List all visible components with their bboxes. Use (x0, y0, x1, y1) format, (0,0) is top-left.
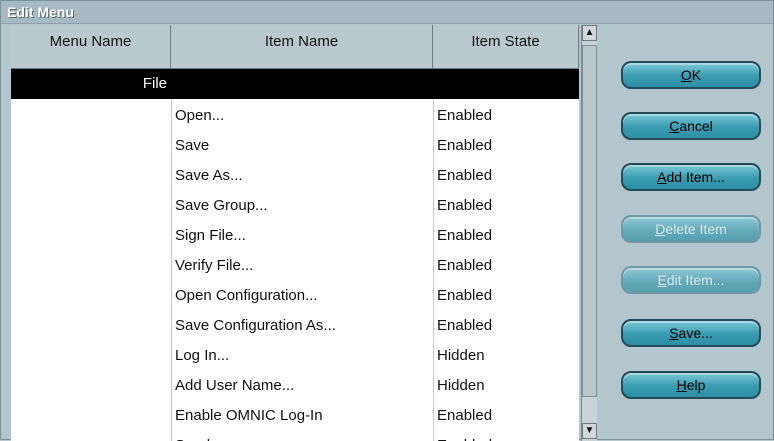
edit-item-button[interactable]: Edit Item... (621, 266, 761, 294)
cell-menu-name (11, 311, 167, 341)
table-row[interactable]: Open Configuration... Enabled (11, 281, 579, 311)
table-row[interactable]: Enable OMNIC Log-In Enabled (11, 401, 579, 431)
cell-item-state: Enabled (437, 317, 493, 334)
help-mnemonic: H (676, 377, 687, 393)
edit-menu-dialog: Edit Menu Menu Name Item Name Item State… (0, 0, 774, 441)
save-label: ave... (678, 325, 713, 341)
cell-item-state: Hidden (437, 377, 485, 394)
cell-menu-name (11, 371, 167, 401)
vertical-scrollbar[interactable]: ▲ ▼ (581, 25, 597, 441)
cancel-mnemonic: C (669, 118, 680, 134)
delete-item-button[interactable]: Delete Item (621, 215, 761, 243)
column-header-menu-name[interactable]: Menu Name (11, 25, 171, 69)
cell-menu-name (11, 341, 167, 371)
column-header-item-name[interactable]: Item Name (171, 25, 433, 69)
edit-item-label: dit Item... (666, 272, 725, 288)
cell-item-state: Enabled (437, 257, 493, 274)
scroll-down-button[interactable]: ▼ (582, 423, 597, 439)
cell-item-name: Open Configuration... (175, 287, 318, 304)
cell-menu-name (11, 101, 167, 131)
cell-item-name: Save Group... (175, 197, 268, 214)
table-row[interactable]: Save As... Enabled (11, 161, 579, 191)
cell-item-state: Enabled (437, 407, 493, 424)
cell-menu-name (11, 161, 167, 191)
cell-menu-name: File (142, 75, 167, 92)
cell-item-name: Log In... (175, 347, 230, 364)
cell-menu-name (11, 191, 167, 221)
add-item-button[interactable]: Add Item... (621, 163, 761, 191)
cancel-button[interactable]: Cancel (621, 112, 761, 140)
cell-item-name: Verify File... (175, 257, 254, 274)
table-row[interactable]: File (11, 69, 579, 99)
table-row[interactable]: Verify File... Enabled (11, 251, 579, 281)
table-row[interactable]: Save Group... Enabled (11, 191, 579, 221)
cell-item-state: Enabled (437, 167, 493, 184)
ok-label: K (691, 67, 702, 83)
cell-item-state: Enabled (437, 197, 493, 214)
cell-menu-name (11, 281, 167, 311)
cell-item-state: Enabled (437, 287, 493, 304)
delete-item-label: elete Item (665, 221, 727, 237)
table-row[interactable]: Log In... Hidden (11, 341, 579, 371)
title-bar: Edit Menu (1, 1, 773, 24)
table-row[interactable]: Save Enabled (11, 131, 579, 161)
ok-button[interactable]: OK (621, 61, 761, 89)
table-row[interactable]: Save Configuration As... Enabled (11, 311, 579, 341)
table-row[interactable]: Open... Enabled (11, 101, 579, 131)
cell-item-name: Add User Name... (175, 377, 295, 394)
table-row[interactable]: Sign File... Enabled (11, 221, 579, 251)
column-header-label: Menu Name (49, 33, 132, 50)
cell-item-name: Open... (175, 107, 225, 124)
help-button[interactable]: Help (621, 371, 761, 399)
menu-items-table[interactable]: File Open... Enabled Save Enabled Save A… (11, 69, 579, 441)
cell-item-name: Enable OMNIC Log-In (175, 407, 323, 424)
cell-item-state: Enabled (437, 227, 493, 244)
save-mnemonic: S (669, 325, 679, 341)
column-header-label: Item State (471, 33, 540, 50)
cell-menu-name (11, 221, 167, 251)
dialog-title: Edit Menu (7, 4, 74, 20)
cell-menu-name (11, 251, 167, 281)
cell-item-name: Save (175, 137, 210, 154)
triangle-down-icon: ▼ (584, 425, 595, 436)
column-header-label: Item Name (264, 33, 339, 50)
cell-item-name: Save As... (175, 167, 243, 184)
ok-mnemonic: O (680, 67, 692, 83)
cell-item-state: Enabled (437, 107, 493, 124)
column-header-item-state[interactable]: Item State (433, 25, 579, 69)
scrollbar-thumb[interactable] (582, 45, 597, 397)
cell-item-name: Save Configuration As... (175, 317, 336, 334)
table-row[interactable]: Add User Name... Hidden (11, 371, 579, 401)
triangle-up-icon: ▲ (584, 27, 595, 38)
cell-item-state: Hidden (437, 347, 485, 364)
cancel-label: ancel (679, 118, 713, 134)
save-button[interactable]: Save... (621, 319, 761, 347)
add-item-mnemonic: A (657, 169, 667, 185)
scroll-up-button[interactable]: ▲ (582, 25, 597, 41)
delete-item-mnemonic: D (655, 221, 666, 237)
help-label: elp (686, 377, 706, 393)
table-header: Menu Name Item Name Item State (11, 25, 579, 69)
edit-item-mnemonic: E (657, 272, 667, 288)
cell-menu-name (11, 131, 167, 161)
cell-menu-name (11, 401, 167, 431)
add-item-label: dd Item... (666, 169, 725, 185)
cell-item-name: Sign File... (175, 227, 246, 244)
cell-item-state: Enabled (437, 137, 493, 154)
